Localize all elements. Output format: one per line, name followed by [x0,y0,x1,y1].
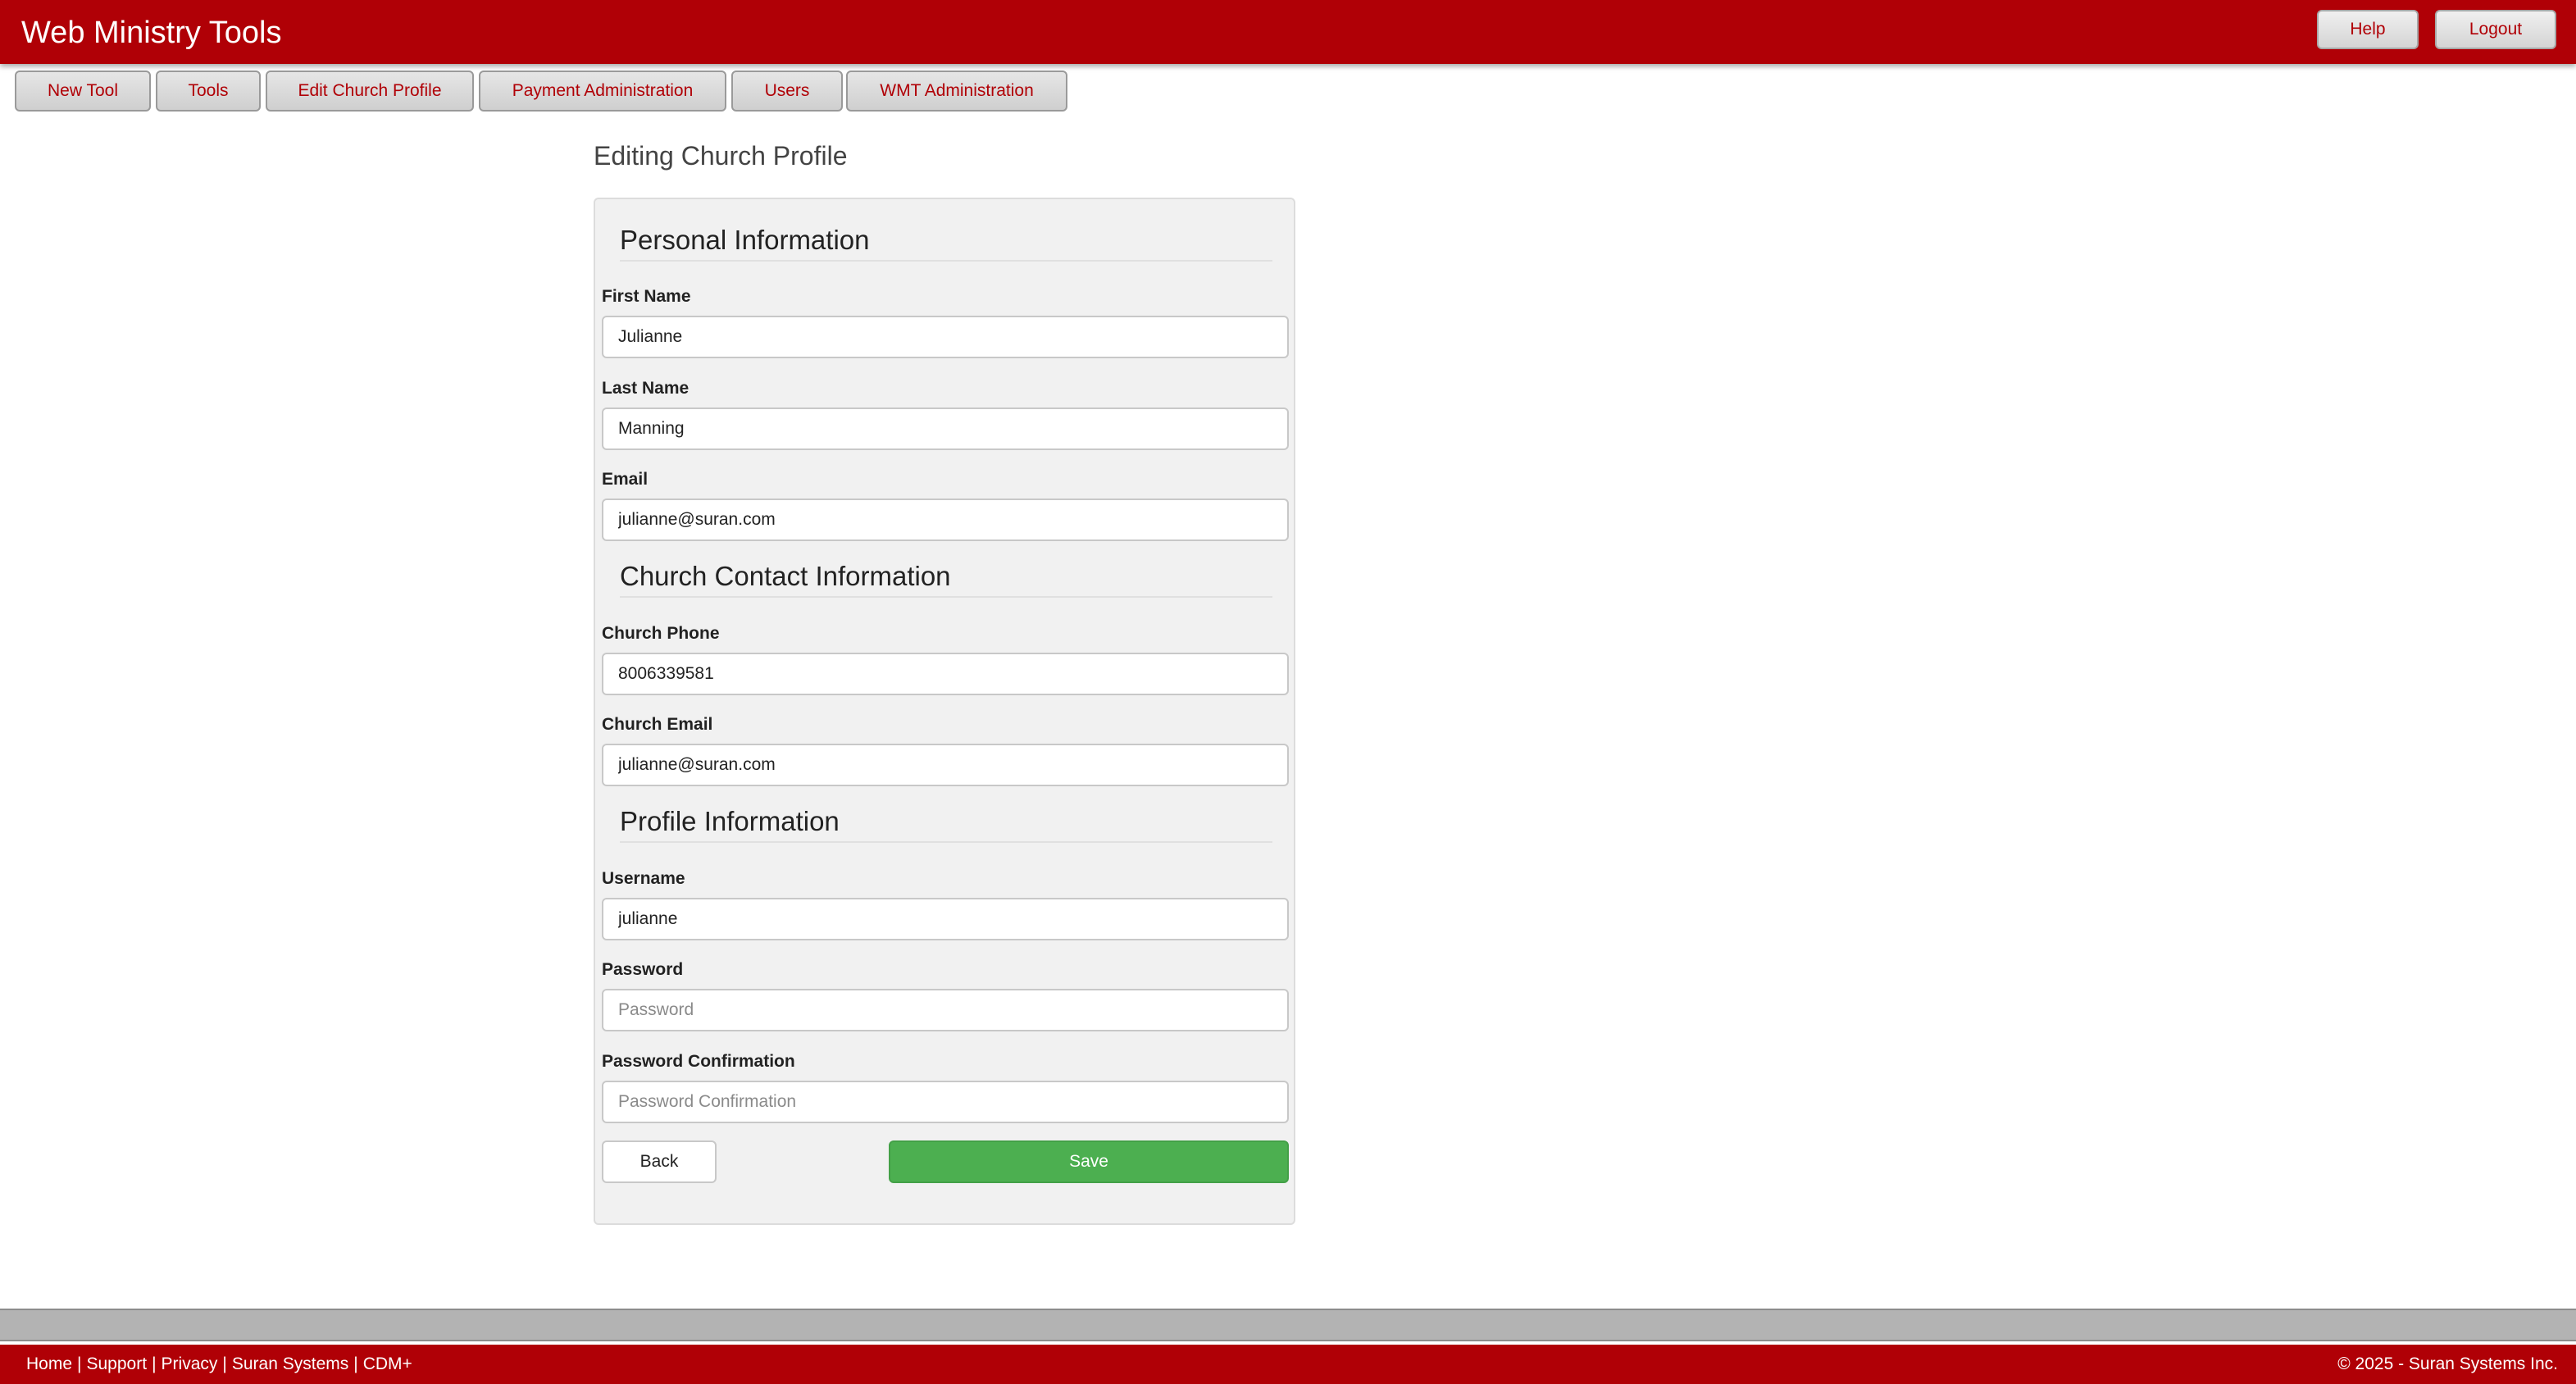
church-email-field[interactable] [602,744,1289,786]
footer-link-suran-systems[interactable]: Suran Systems [232,1354,348,1373]
footer-link-support[interactable]: Support [87,1354,148,1373]
username-label: Username [602,869,685,888]
footer-separator: | [77,1354,82,1373]
footer: Home | Support | Privacy | Suran Systems | CDM+ … [0,1345,2576,1384]
save-button[interactable]: Save [889,1140,1289,1183]
section-heading-church-contact: Church Contact Information [620,560,1272,598]
nav-wmt-administration[interactable]: WMT Administration [846,71,1067,112]
footer-link-privacy[interactable]: Privacy [162,1354,218,1373]
nav-edit-church-profile[interactable]: Edit Church Profile [266,71,474,112]
footer-link-cdm-plus[interactable]: CDM+ [363,1354,412,1373]
profile-form-panel: Personal Information First Name Last Nam… [594,198,1295,1225]
nav-new-tool[interactable]: New Tool [15,71,151,112]
email-label: Email [602,470,649,489]
copyright-text: © 2025 - Suran Systems Inc. [2337,1354,2558,1373]
footer-separator: | [222,1354,227,1373]
nav-payment-administration[interactable]: Payment Administration [479,71,726,112]
church-phone-label: Church Phone [602,624,720,643]
page-title: Editing Church Profile [594,141,848,171]
password-confirmation-field[interactable] [602,1081,1289,1123]
password-field[interactable] [602,989,1289,1031]
first-name-label: First Name [602,287,691,306]
nav-users[interactable]: Users [731,71,843,112]
app-title: Web Ministry Tools [21,16,282,50]
top-header: Web Ministry Tools Help Logout [0,0,2576,64]
nav-tools[interactable]: Tools [156,71,261,112]
help-button[interactable]: Help [2317,10,2419,49]
footer-links: Home | Support | Privacy | Suran Systems | CDM+ [26,1353,412,1376]
footer-divider-bar [0,1309,2576,1341]
footer-separator: | [353,1354,358,1373]
password-label: Password [602,960,684,979]
password-confirmation-label: Password Confirmation [602,1052,795,1071]
section-heading-profile: Profile Information [620,805,1272,843]
back-button[interactable]: Back [602,1140,717,1183]
username-field[interactable] [602,898,1289,940]
last-name-label: Last Name [602,379,690,398]
first-name-field[interactable] [602,316,1289,358]
section-heading-personal: Personal Information [620,224,1272,262]
email-field[interactable] [602,499,1289,541]
church-phone-field[interactable] [602,653,1289,695]
church-email-label: Church Email [602,715,713,734]
last-name-field[interactable] [602,407,1289,450]
logout-button[interactable]: Logout [2435,10,2556,49]
footer-separator: | [152,1354,157,1373]
footer-link-home[interactable]: Home [26,1354,72,1373]
